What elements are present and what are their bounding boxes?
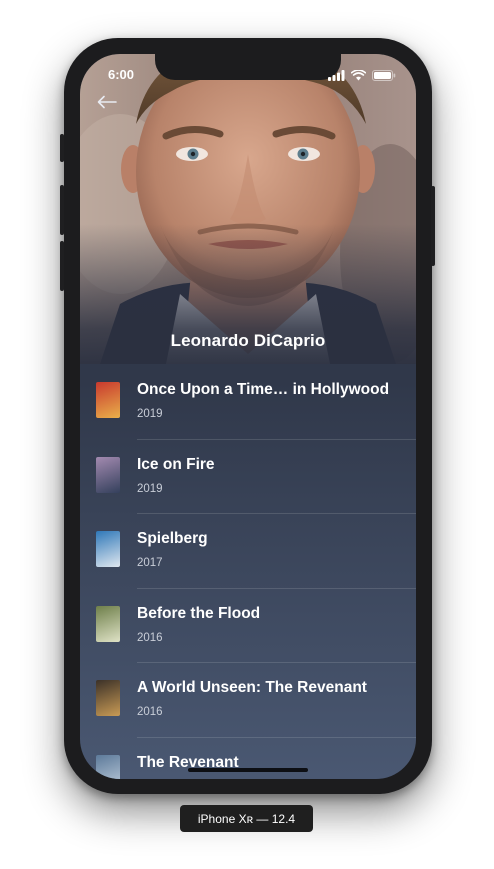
film-title: A World Unseen: The Revenant (137, 679, 367, 696)
film-poster (96, 456, 120, 493)
film-poster (96, 382, 120, 418)
film-row[interactable]: Before the Flood 2016 (80, 589, 416, 663)
film-poster (96, 680, 120, 716)
home-indicator (188, 768, 308, 772)
actor-photo (80, 54, 416, 364)
wifi-icon (350, 68, 367, 86)
film-poster (96, 605, 120, 642)
film-year: 2019 (137, 408, 163, 420)
filmography-list: Once Upon a Time… in Hollywood 2019 Ice … (80, 365, 416, 779)
back-button[interactable] (94, 92, 120, 116)
battery-icon (372, 68, 396, 86)
cellular-signal-icon (328, 68, 345, 86)
film-year: 2016 (137, 706, 163, 718)
film-year: 2016 (137, 631, 163, 644)
film-title: Spielberg (137, 530, 208, 547)
actor-name: Leonardo DiCaprio (170, 331, 326, 350)
volume-up-button (60, 185, 64, 235)
film-row[interactable]: Once Upon a Time… in Hollywood 2019 (80, 365, 416, 440)
film-title: Before the Flood (137, 604, 261, 622)
film-year: 2017 (137, 557, 163, 569)
film-row[interactable]: Spielberg 2017 (80, 514, 416, 589)
status-icons (328, 68, 396, 86)
device-notch (155, 54, 341, 80)
film-poster (96, 531, 120, 567)
film-row[interactable]: The Revenant (80, 738, 416, 779)
volume-down-button (60, 241, 64, 291)
mute-switch (60, 134, 64, 162)
film-title: Ice on Fire (137, 455, 215, 473)
app-screen: 6:00 Leonardo DiCaprio Once Upon a Time…… (80, 54, 416, 779)
film-poster (96, 754, 120, 779)
film-year: 2019 (137, 482, 163, 495)
film-row[interactable]: Ice on Fire 2019 (80, 440, 416, 514)
back-arrow-icon (97, 95, 117, 114)
film-row[interactable]: A World Unseen: The Revenant 2016 (80, 663, 416, 738)
device-label: iPhone Xʀ — 12.4 (180, 805, 313, 832)
film-title: Once Upon a Time… in Hollywood (137, 381, 390, 398)
power-button (431, 186, 435, 266)
status-time: 6:00 (108, 67, 135, 82)
